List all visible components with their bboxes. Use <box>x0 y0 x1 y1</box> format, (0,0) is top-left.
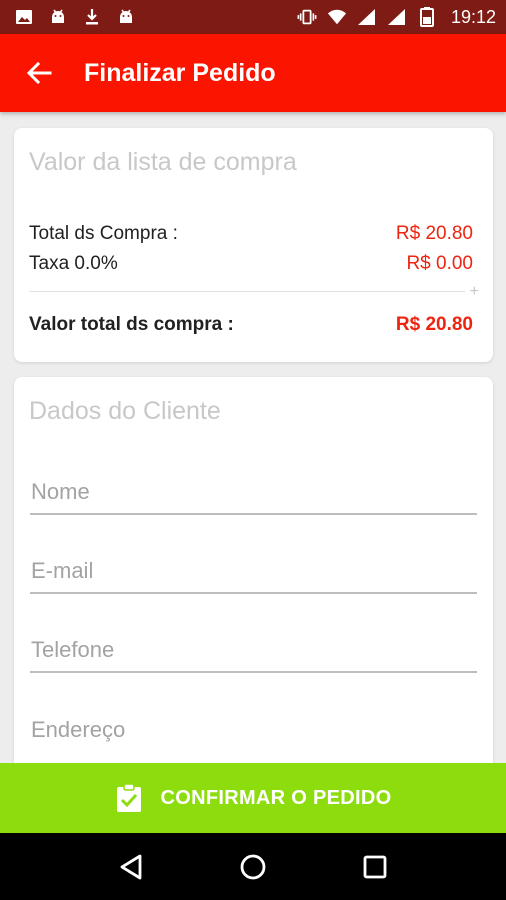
summary-row-value: R$ 20.80 <box>395 223 473 244</box>
address-field <box>30 707 477 751</box>
email-input[interactable] <box>30 558 477 584</box>
phone-field <box>30 629 477 673</box>
name-input[interactable] <box>30 479 477 505</box>
back-triangle-icon <box>120 854 142 879</box>
nav-recents-button[interactable] <box>355 847 395 887</box>
client-card-title: Dados do Cliente <box>29 397 221 425</box>
email-field <box>30 550 477 594</box>
notification-icons <box>14 0 136 34</box>
app-bar: Finalizar Pedido <box>0 34 506 112</box>
signal-icon <box>357 7 377 27</box>
summary-row-label: Taxa 0.0% <box>29 253 118 274</box>
phone-input[interactable] <box>30 637 477 663</box>
status-clock: 19:12 <box>450 6 496 27</box>
purchase-summary-card: Valor da lista de compra Total ds Compra… <box>14 128 493 362</box>
summary-row-value: R$ 0.00 <box>406 253 473 274</box>
android-icon <box>116 7 136 27</box>
summary-row-total: Total ds Compra : R$ 20.80 <box>29 223 473 245</box>
vibrate-icon <box>297 7 317 27</box>
home-circle-icon <box>240 854 266 879</box>
system-icons: 19:12 <box>297 0 496 34</box>
status-bar: 19:12 <box>0 0 506 34</box>
wifi-icon <box>327 7 347 27</box>
summary-divider <box>29 291 465 292</box>
grand-total-value: R$ 20.80 <box>395 314 473 335</box>
android-icon <box>48 7 68 27</box>
summary-row-grand-total: Valor total ds compra : R$ 20.80 <box>29 314 473 336</box>
address-input[interactable] <box>30 717 477 743</box>
recents-square-icon <box>363 855 387 878</box>
nav-home-button[interactable] <box>233 847 273 887</box>
confirm-order-label: CONFIRMAR O PEDIDO <box>160 786 392 809</box>
confirm-order-button[interactable]: CONFIRMAR O PEDIDO <box>0 763 506 833</box>
back-button[interactable] <box>22 56 56 90</box>
client-data-card: Dados do Cliente <box>14 377 493 777</box>
clipboard-check-icon <box>115 783 143 813</box>
image-icon <box>14 7 34 27</box>
plus-icon: + <box>469 283 479 300</box>
summary-row-label: Total ds Compra : <box>29 223 178 244</box>
name-field <box>30 471 477 515</box>
battery-icon <box>417 7 437 27</box>
nav-back-button[interactable] <box>111 847 151 887</box>
summary-card-title: Valor da lista de compra <box>29 148 297 176</box>
summary-row-tax: Taxa 0.0% R$ 0.00 <box>29 253 473 275</box>
system-nav-bar <box>0 833 506 900</box>
signal-icon <box>387 7 407 27</box>
page-title: Finalizar Pedido <box>84 58 276 87</box>
grand-total-label: Valor total ds compra : <box>29 314 234 335</box>
download-icon <box>82 7 102 27</box>
arrow-back-icon <box>26 61 52 85</box>
